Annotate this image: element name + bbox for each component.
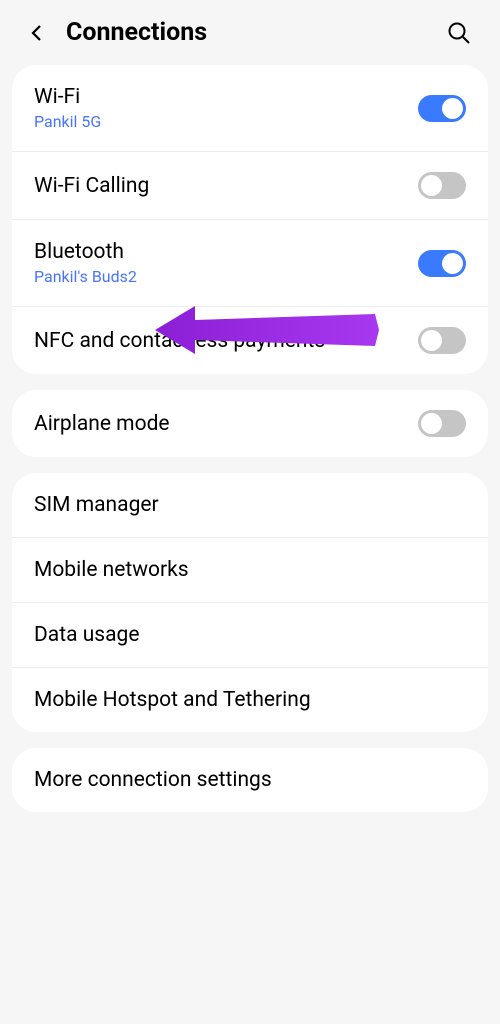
wifi-row[interactable]: Wi-Fi Pankil 5G — [12, 65, 488, 152]
sim-manager-row[interactable]: SIM manager — [12, 473, 488, 538]
mobile-networks-label: Mobile networks — [34, 558, 466, 582]
wifi-toggle[interactable] — [418, 95, 466, 122]
nfc-label: NFC and contactless payments — [34, 329, 418, 353]
connections-group-2: Airplane mode — [12, 390, 488, 457]
data-usage-main: Data usage — [34, 623, 466, 647]
airplane-label: Airplane mode — [34, 412, 418, 436]
search-icon — [447, 21, 471, 45]
nfc-row[interactable]: NFC and contactless payments — [12, 307, 488, 374]
hotspot-label: Mobile Hotspot and Tethering — [34, 688, 466, 712]
toggle-knob — [442, 253, 463, 274]
connections-group-3: SIM manager Mobile networks Data usage M… — [12, 473, 488, 732]
more-label: More connection settings — [34, 768, 466, 792]
search-button[interactable] — [446, 20, 472, 46]
more-settings-row[interactable]: More connection settings — [12, 748, 488, 812]
hotspot-row[interactable]: Mobile Hotspot and Tethering — [12, 668, 488, 732]
page-title: Connections — [66, 18, 430, 47]
sim-main: SIM manager — [34, 493, 466, 517]
nfc-main: NFC and contactless payments — [34, 329, 418, 353]
bluetooth-row[interactable]: Bluetooth Pankil's Buds2 — [12, 220, 488, 307]
connections-group-1: Wi-Fi Pankil 5G Wi-Fi Calling Bluetooth … — [12, 65, 488, 374]
bluetooth-sublabel: Pankil's Buds2 — [34, 267, 418, 286]
nfc-toggle[interactable] — [418, 327, 466, 354]
wifi-label: Wi-Fi — [34, 85, 418, 109]
wifi-calling-toggle[interactable] — [418, 172, 466, 199]
sim-label: SIM manager — [34, 493, 466, 517]
toggle-knob — [421, 175, 442, 196]
data-usage-label: Data usage — [34, 623, 466, 647]
wifi-calling-main: Wi-Fi Calling — [34, 174, 418, 198]
toggle-knob — [421, 330, 442, 351]
hotspot-main: Mobile Hotspot and Tethering — [34, 688, 466, 712]
mobile-networks-main: Mobile networks — [34, 558, 466, 582]
back-button[interactable] — [24, 20, 50, 46]
header: Connections — [0, 0, 500, 65]
airplane-toggle[interactable] — [418, 410, 466, 437]
bluetooth-toggle[interactable] — [418, 250, 466, 277]
more-main: More connection settings — [34, 768, 466, 792]
chevron-left-icon — [27, 23, 47, 43]
toggle-knob — [442, 98, 463, 119]
wifi-calling-label: Wi-Fi Calling — [34, 174, 418, 198]
wifi-main: Wi-Fi Pankil 5G — [34, 85, 418, 131]
mobile-networks-row[interactable]: Mobile networks — [12, 538, 488, 603]
wifi-sublabel: Pankil 5G — [34, 112, 418, 131]
data-usage-row[interactable]: Data usage — [12, 603, 488, 668]
toggle-knob — [421, 413, 442, 434]
airplane-main: Airplane mode — [34, 412, 418, 436]
airplane-mode-row[interactable]: Airplane mode — [12, 390, 488, 457]
bluetooth-label: Bluetooth — [34, 240, 418, 264]
connections-group-4: More connection settings — [12, 748, 488, 812]
wifi-calling-row[interactable]: Wi-Fi Calling — [12, 152, 488, 220]
bluetooth-main: Bluetooth Pankil's Buds2 — [34, 240, 418, 286]
